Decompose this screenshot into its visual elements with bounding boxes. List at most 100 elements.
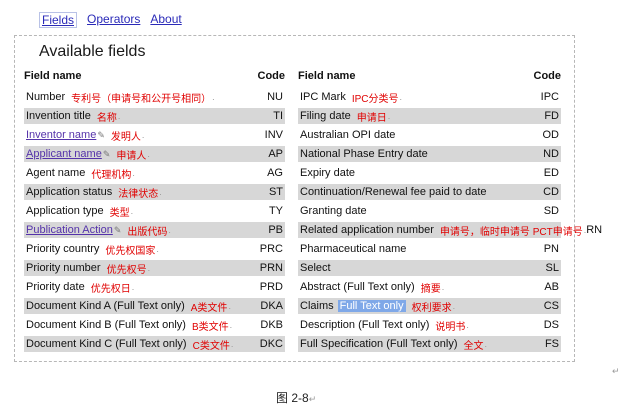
- code-header: Code: [257, 70, 286, 82]
- field-code: DKA: [260, 300, 283, 312]
- field-name-cell: Invention title 名称.: [26, 109, 120, 124]
- field-name-cell: Agent name 代理机构.: [26, 166, 135, 181]
- field-row: National Phase Entry date ND: [298, 146, 561, 162]
- field-name-header: Field name: [24, 70, 82, 82]
- field-row: Application type 类型. TY: [24, 203, 285, 219]
- field-code: FD: [544, 110, 559, 122]
- field-row: Applicant name ✎ 申请人. AP: [24, 146, 285, 162]
- chinese-annotation: 申请日: [356, 112, 387, 124]
- field-code: RN: [586, 224, 603, 236]
- field-code: FS: [544, 338, 559, 350]
- field-code: PN: [543, 243, 559, 255]
- field-code: ND: [543, 148, 559, 160]
- field-name: Related application number: [300, 224, 434, 236]
- field-name-cell: Priority country 优先权国家.: [26, 242, 159, 257]
- field-row: Publication Action ✎ 出版代码. PB: [24, 222, 285, 238]
- chinese-annotation: 优先权国家: [105, 245, 156, 257]
- nav-about-link[interactable]: About: [150, 12, 181, 28]
- field-code: DKC: [259, 338, 283, 350]
- anchor-mark-icon: .: [452, 301, 456, 311]
- field-name-link[interactable]: Publication Action: [26, 224, 113, 236]
- anchor-mark-icon: .: [466, 320, 469, 330]
- field-name: Continuation/Renewal fee paid to date: [300, 186, 487, 198]
- field-code: TY: [268, 205, 283, 217]
- field-row: IPC Mark IPC分类号. IPC: [298, 89, 561, 105]
- chinese-annotation: 优先权号: [106, 264, 147, 276]
- field-code: SD: [543, 205, 559, 217]
- field-code: NU: [267, 91, 283, 103]
- field-row: Expiry date ED: [298, 165, 561, 181]
- field-name-cell: Continuation/Renewal fee paid to date: [300, 186, 487, 198]
- field-row: Priority number 优先权号. PRN: [24, 260, 285, 276]
- field-code: TI: [273, 110, 283, 122]
- field-name-cell: Filing date 申请日.: [300, 109, 390, 124]
- field-row: Priority country 优先权国家. PRC: [24, 241, 285, 257]
- field-name: Application type: [26, 205, 104, 217]
- anchor-mark-icon: .: [399, 92, 403, 102]
- field-name-cell: Inventor name ✎ 发明人.: [26, 128, 144, 143]
- nav-operators-link[interactable]: Operators: [87, 12, 140, 28]
- chinese-annotation: 代理机构: [91, 169, 132, 181]
- anchor-mark-icon: .: [156, 244, 159, 254]
- chinese-annotation: 名称: [96, 112, 117, 124]
- pen-icon: ✎: [102, 148, 111, 159]
- anchor-mark-icon: .: [484, 339, 488, 349]
- field-name: Full Specification (Full Text only): [300, 338, 458, 350]
- anchor-mark-icon: .: [212, 92, 215, 102]
- caption-text: 图 2-8: [276, 391, 309, 405]
- field-name-cell: Document Kind B (Full Text only) B类文件.: [26, 318, 232, 333]
- field-name: Number: [26, 91, 66, 103]
- field-name-cell: Description (Full Text only) 说明书.: [300, 318, 469, 333]
- field-name-cell: Claims Full Text only 权利要求.: [300, 299, 455, 314]
- chinese-annotation: 全文: [463, 340, 484, 352]
- field-row: Australian OPI date OD: [298, 127, 561, 143]
- field-name-link[interactable]: Inventor name: [26, 129, 96, 141]
- field-name-cell: Australian OPI date: [300, 129, 395, 141]
- field-name: National Phase Entry date: [300, 148, 428, 160]
- field-name: Expiry date: [300, 167, 356, 179]
- field-code: INV: [264, 129, 283, 141]
- field-code: CS: [543, 300, 559, 312]
- field-code: PRC: [259, 243, 283, 255]
- anchor-mark-icon: .: [230, 339, 234, 349]
- chinese-annotation: A类文件: [190, 302, 228, 314]
- field-row: Document Kind C (Full Text only) C类文件. DKC: [24, 336, 285, 352]
- field-code: AB: [544, 281, 559, 293]
- field-name: Priority number: [26, 262, 101, 274]
- field-name-cell: Abstract (Full Text only) 摘要.: [300, 280, 444, 295]
- chinese-annotation: 优先权日: [90, 283, 131, 295]
- field-name: Abstract (Full Text only): [300, 281, 415, 293]
- anchor-mark-icon: .: [141, 130, 145, 140]
- field-row: Abstract (Full Text only) 摘要. AB: [298, 279, 561, 295]
- pen-icon: ✎: [97, 129, 105, 140]
- field-name-cell: Granting date: [300, 205, 367, 217]
- field-name: Description (Full Text only): [300, 319, 430, 331]
- field-name-link[interactable]: Applicant name: [26, 148, 102, 160]
- anchor-mark-icon: .: [147, 149, 150, 159]
- field-row: Document Kind B (Full Text only) B类文件. DKB: [24, 317, 285, 333]
- field-row: Granting date SD: [298, 203, 561, 219]
- field-name-cell: Related application number 申请号，临时申请号 PCT申…: [300, 223, 586, 238]
- chinese-annotation: 摘要: [420, 283, 441, 295]
- field-name: Document Kind B (Full Text only): [26, 319, 186, 331]
- field-row: Claims Full Text only 权利要求. CS: [298, 298, 561, 314]
- field-row: Application status 法律状态. ST: [24, 184, 285, 200]
- field-row: Select SL: [298, 260, 561, 276]
- field-code: SL: [545, 262, 559, 274]
- nav-fields-link[interactable]: Fields: [39, 12, 78, 28]
- field-name: Agent name: [26, 167, 86, 179]
- anchor-mark-icon: .: [130, 206, 134, 216]
- anchor-mark-icon: .: [147, 263, 151, 273]
- field-row: Related application number 申请号，临时申请号 PCT申…: [298, 222, 602, 238]
- field-name-cell: Priority date 优先权日.: [26, 280, 134, 295]
- field-code: OD: [542, 129, 560, 141]
- field-name: Granting date: [300, 205, 367, 217]
- field-code: ST: [268, 186, 283, 198]
- chinese-annotation: 法律状态: [118, 188, 159, 200]
- field-name-cell: Select: [300, 262, 331, 274]
- chinese-annotation: 出版代码: [127, 226, 168, 238]
- field-name-cell: Publication Action ✎ 出版代码.: [26, 223, 171, 238]
- field-name: Select: [300, 262, 331, 274]
- anchor-mark-icon: .: [229, 320, 233, 330]
- field-code: AG: [267, 167, 283, 179]
